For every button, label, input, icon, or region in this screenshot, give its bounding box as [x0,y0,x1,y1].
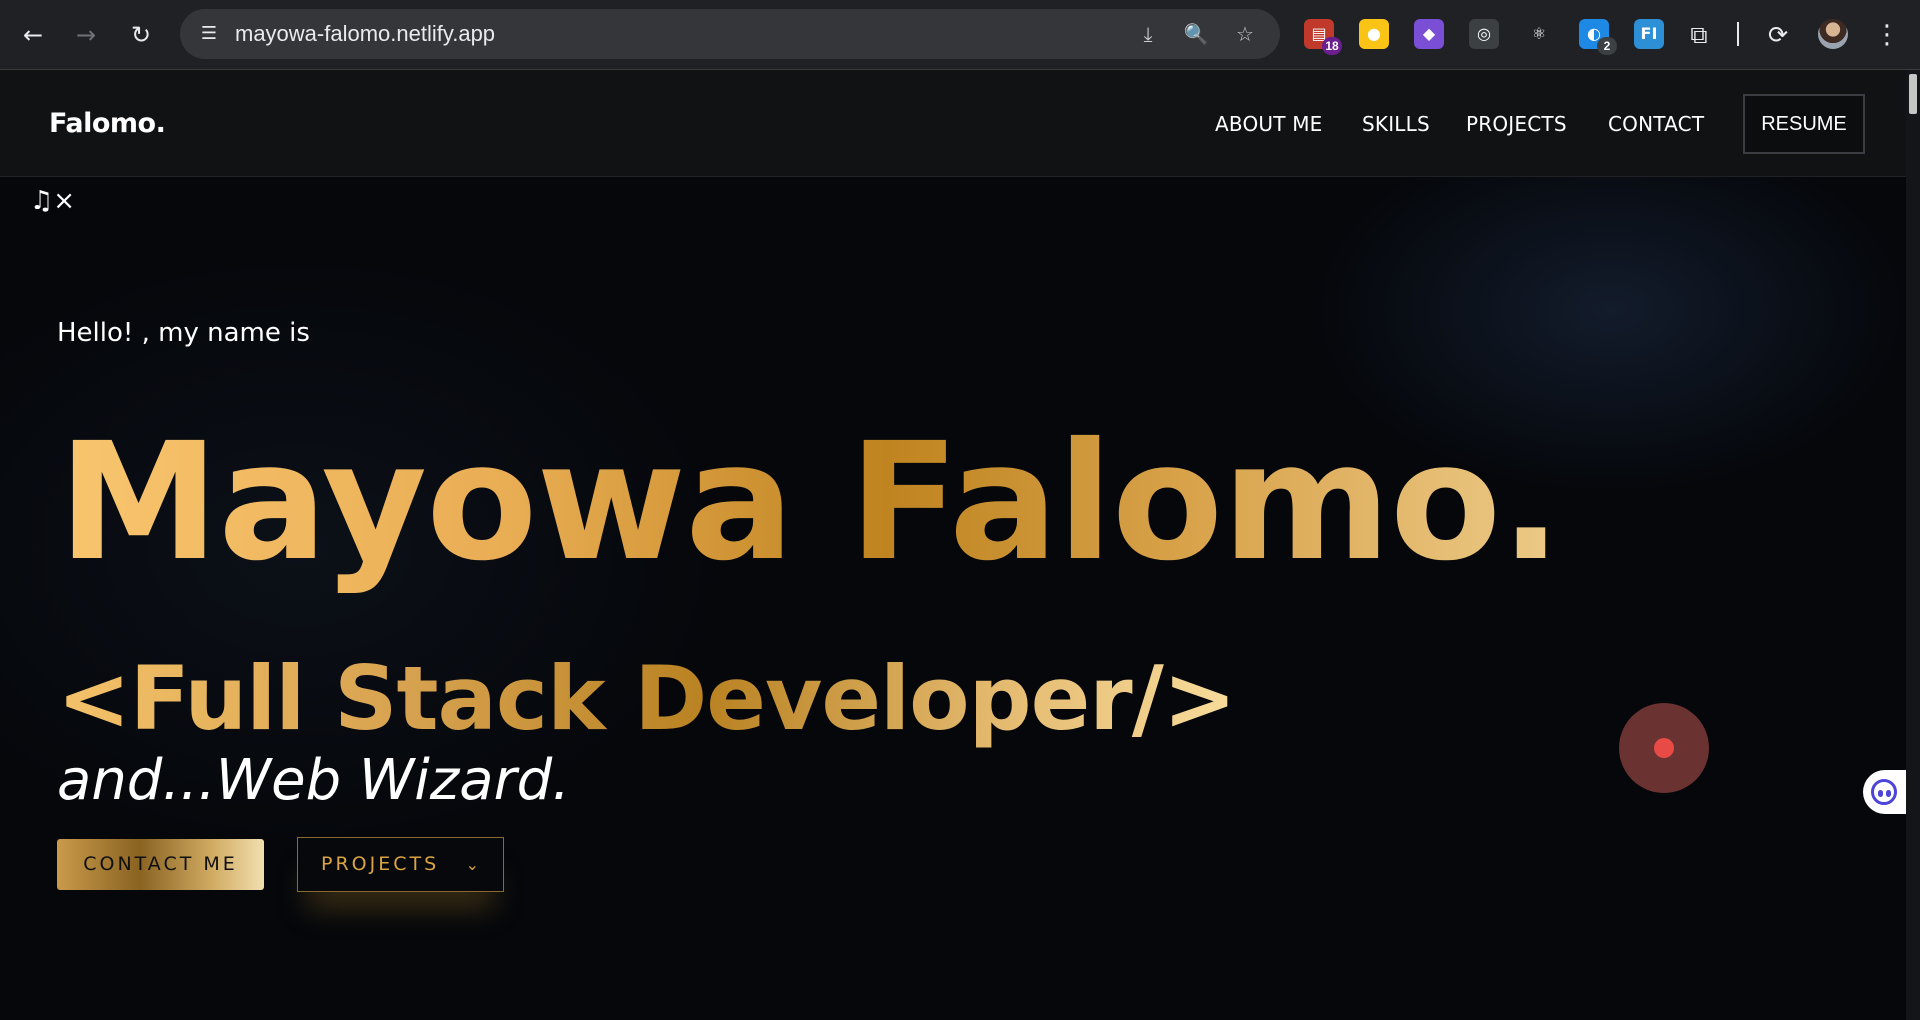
nav-about-me[interactable]: ABOUT ME [1215,112,1323,136]
site-info-icon[interactable]: ☰ [196,21,222,47]
zoom-icon[interactable]: 🔍 [1183,21,1209,47]
site-logo[interactable]: Falomo. [49,108,166,139]
lightbulb-extension-icon[interactable]: ◎ [1469,19,1499,49]
toolbar-divider [1737,22,1739,46]
performance-icon[interactable]: ⟳ [1761,18,1795,52]
resume-button[interactable]: RESUME [1743,94,1865,154]
nav-contact[interactable]: CONTACT [1608,112,1704,136]
url-text[interactable]: mayowa-falomo.netlify.app [235,21,495,47]
tabs-extension-icon[interactable]: ▤ 18 [1304,19,1342,55]
hero-name: Mayowa Falomo. [58,409,1562,597]
bookmark-star-icon[interactable]: ☆ [1232,21,1258,47]
back-icon[interactable]: ← [16,18,50,52]
install-app-icon[interactable]: ⤓ [1135,21,1161,47]
assistant-eye-right [1886,790,1891,797]
assistant-widget[interactable] [1863,770,1907,814]
record-dot-icon [1654,738,1674,758]
nav-projects[interactable]: PROJECTS [1466,112,1567,136]
nav-skills[interactable]: SKILLS [1362,112,1430,136]
hero-tagline: and...Web Wizard. [57,748,570,813]
projects-button-label: PROJECTS [321,853,440,875]
browser-toolbar: ← → ↻ ☰ mayowa-falomo.netlify.app ⤓ 🔍 ☆ … [0,0,1920,70]
hero-greeting: Hello! , my name is [57,318,310,348]
extensions-puzzle-icon[interactable]: ⧉ [1682,18,1716,52]
music-mute-icon[interactable]: ♫× [30,185,75,217]
ghost-extension-icon[interactable]: ◐ 2 [1579,19,1617,55]
site-header: Falomo. ABOUT ME SKILLS PROJECTS CONTACT… [0,70,1906,177]
assistant-eye-left [1878,790,1883,797]
hero-role: <Full Stack Developer/> [57,647,1237,750]
keep-extension-icon[interactable]: ● [1359,19,1389,49]
fi-extension-icon[interactable]: FI [1634,19,1664,49]
record-button[interactable] [1619,703,1709,793]
forward-icon[interactable]: → [69,18,103,52]
chevron-down-icon: ⌄ [465,855,479,874]
extension-badge: 2 [1597,37,1617,55]
profile-avatar[interactable] [1818,19,1848,49]
react-devtools-extension-icon[interactable]: ⚛ [1524,19,1554,49]
projects-dropdown-button[interactable]: PROJECTS ⌄ [297,837,504,892]
assistant-face-icon [1871,779,1897,805]
scrollbar-thumb[interactable] [1909,74,1917,114]
reload-icon[interactable]: ↻ [124,18,158,52]
browser-menu-icon[interactable]: ⋮ [1874,18,1900,52]
extension-badge: 18 [1322,37,1342,55]
contact-me-button[interactable]: CONTACT ME [57,839,264,890]
page-scrollbar[interactable] [1906,70,1920,1020]
address-bar[interactable]: ☰ mayowa-falomo.netlify.app ⤓ 🔍 ☆ [180,9,1280,59]
page-viewport: Falomo. ABOUT ME SKILLS PROJECTS CONTACT… [0,70,1920,1020]
color-picker-extension-icon[interactable]: ◆ [1414,19,1444,49]
